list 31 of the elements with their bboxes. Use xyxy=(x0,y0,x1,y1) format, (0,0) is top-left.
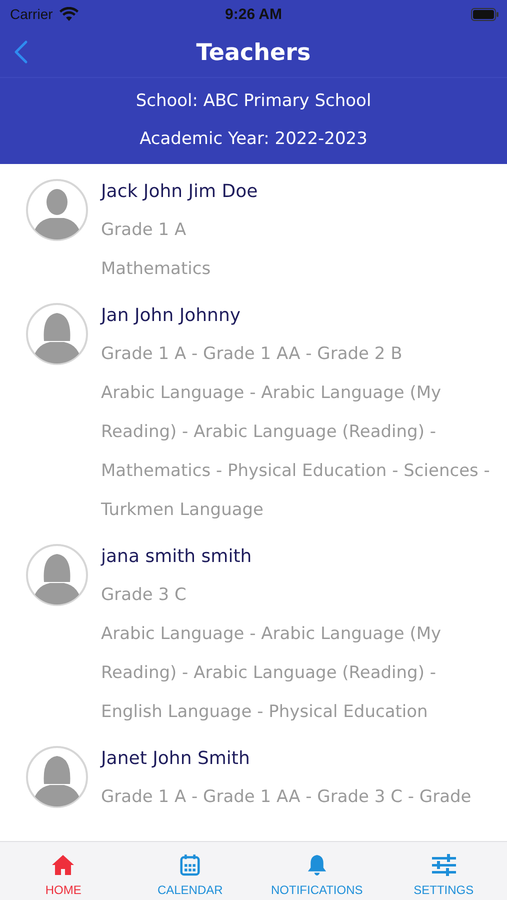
teacher-name: jana smith smith xyxy=(101,545,253,569)
sliders-icon xyxy=(432,854,456,876)
teacher-grades: Grade 1 A - Grade 1 AA - Grade 3 C - Grade xyxy=(101,786,472,809)
teacher-subjects: Arabic Language - Arabic Language (My Reading) - Arabic Language (Reading) - Mathematics - Physical Education - Sciences - Turkmen Language xyxy=(101,382,491,522)
avatar-icon xyxy=(26,746,88,808)
battery-icon xyxy=(471,8,499,20)
avatar-icon xyxy=(26,544,88,606)
sliders-tab[interactable]: SETTINGS xyxy=(380,842,507,900)
bell-icon xyxy=(306,854,327,876)
avatar-icon xyxy=(26,179,88,241)
home-tab[interactable]: HOME xyxy=(0,842,127,900)
school-name: School: ABC Primary School xyxy=(136,90,372,113)
teacher-grades: Grade 3 C xyxy=(101,584,188,607)
teacher-grades: Grade 1 A xyxy=(101,219,188,242)
teacher-name: Jan John Johnny xyxy=(101,304,242,328)
carrier-name: Carrier xyxy=(10,6,53,22)
teacher-grades: Grade 1 A - Grade 1 AA - Grade 2 B xyxy=(101,343,404,366)
calendar-tab[interactable]: CALENDAR xyxy=(126,842,254,900)
home-icon xyxy=(51,854,76,876)
teacher-subjects: Arabic Language - Arabic Language (My Reading) - Arabic Language (Reading) - English Language - Physical Education xyxy=(101,623,442,724)
teacher-name: Janet John Smith xyxy=(101,747,251,771)
bell-tab[interactable]: NOTIFICATIONS xyxy=(254,842,380,900)
avatar-icon xyxy=(26,303,88,365)
academic-year: Academic Year: 2022-2023 xyxy=(140,128,368,151)
wifi-icon xyxy=(58,6,79,22)
teacher-name: Jack John Jim Doe xyxy=(101,180,258,204)
back-button[interactable] xyxy=(14,40,28,64)
status-time: 9:26 AM xyxy=(225,6,282,22)
calendar-icon xyxy=(180,854,200,876)
teacher-subjects: Mathematics xyxy=(101,258,212,281)
screen-title: Teachers xyxy=(196,40,311,66)
